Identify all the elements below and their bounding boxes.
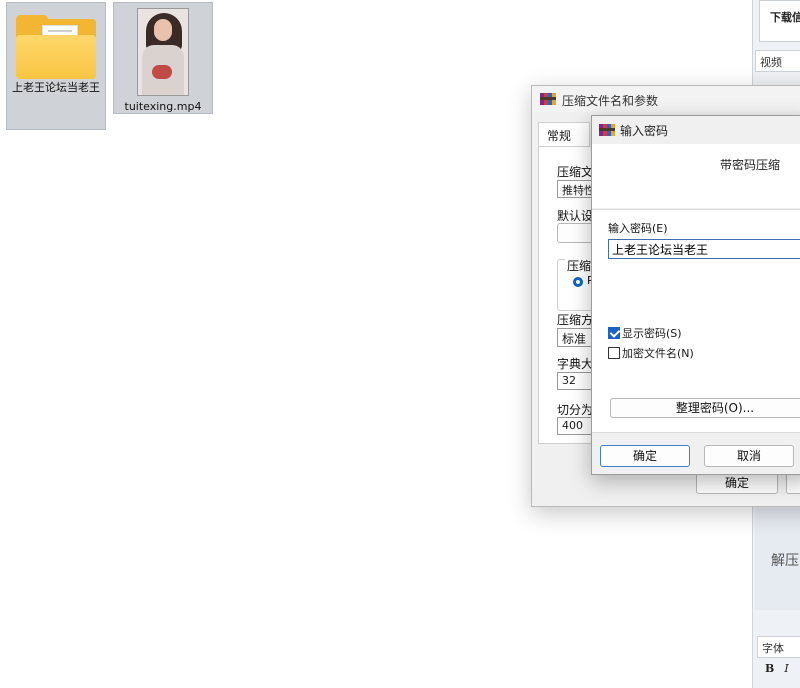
download-header: 下载信 <box>770 11 800 24</box>
password-input[interactable] <box>608 239 800 259</box>
format-radio[interactable] <box>573 277 583 287</box>
video-thumbnail-icon <box>137 8 189 96</box>
dictionary-size-label: 字典大 <box>557 357 594 371</box>
tab-general-label: 常规 <box>547 129 572 143</box>
split-volumes-label: 切分为 <box>557 403 594 417</box>
password-dialog: 输入密码 带密码压缩 输入密码(E) 显示密码(S) 加密文件名(N) 整理密码… <box>591 115 800 475</box>
winrar-icon <box>540 92 556 106</box>
desktop-file-folder[interactable]: 上老王论坛当老王 <box>6 2 106 130</box>
winrar-icon <box>599 123 615 137</box>
cancel-button[interactable]: 取消 <box>704 445 794 467</box>
dialog-title: 输入密码 <box>620 124 669 138</box>
default-profile-label: 默认设 <box>557 209 594 223</box>
folder-icon <box>16 15 96 81</box>
unzip-text: 解压 <box>771 553 799 569</box>
tab-general[interactable]: 常规 <box>538 122 590 147</box>
format-toolbar: BI <box>765 662 789 675</box>
file-label: 上老王论坛当老王 <box>12 81 100 94</box>
file-label: tuitexing.mp4 <box>124 100 202 113</box>
ok-button[interactable]: 确定 <box>600 445 690 467</box>
archive-window-titlebar[interactable]: 压缩文件名和参数 <box>532 86 800 112</box>
video-field[interactable]: 视频 <box>755 50 800 72</box>
video-field-label: 视频 <box>760 56 782 69</box>
encrypt-filenames-label: 加密文件名(N) <box>622 347 694 360</box>
archive-ok-button[interactable]: 确定 <box>696 472 778 494</box>
organize-passwords-button[interactable]: 整理密码(O)... <box>610 398 800 418</box>
checkbox-unchecked-icon <box>608 347 620 359</box>
checkbox-checked-icon <box>608 327 620 339</box>
banner-text: 带密码压缩 <box>720 158 781 172</box>
window-title: 压缩文件名和参数 <box>562 94 659 108</box>
italic-button[interactable]: I <box>784 662 788 675</box>
show-password-checkbox[interactable]: 显示密码(S) <box>608 325 682 341</box>
archive-name-label: 压缩文 <box>557 165 594 179</box>
bold-button[interactable]: B <box>765 662 774 675</box>
download-info-panel: 下载信 <box>759 0 800 42</box>
compression-method-label: 压缩方 <box>557 313 594 327</box>
show-password-label: 显示密码(S) <box>622 327 682 340</box>
font-select-label: 字体 <box>762 642 784 655</box>
encrypt-filenames-checkbox[interactable]: 加密文件名(N) <box>608 345 694 361</box>
unzip-panel: 解压 <box>755 508 800 610</box>
font-select[interactable]: 字体 <box>757 636 800 658</box>
desktop-file-video[interactable]: tuitexing.mp4 <box>113 2 213 114</box>
password-label: 输入密码(E) <box>608 222 668 235</box>
dialog-banner: 带密码压缩 <box>592 144 800 208</box>
archive-cancel-button[interactable] <box>786 472 800 494</box>
